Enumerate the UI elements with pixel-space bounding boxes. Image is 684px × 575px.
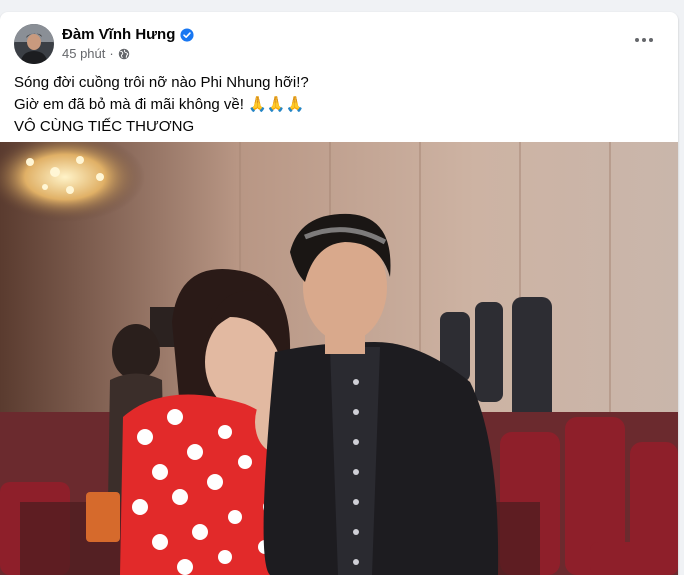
more-options-icon[interactable] [630, 30, 658, 50]
post-text-line: VÔ CÙNG TIẾC THƯƠNG [14, 118, 195, 135]
post-timestamp[interactable]: 45 phút [62, 46, 105, 61]
post-card: Đàm Vĩnh Hưng 45 phút · Sóng đời cuồng t… [0, 12, 678, 575]
post-header: Đàm Vĩnh Hưng 45 phút · [0, 12, 678, 68]
author-avatar[interactable] [14, 24, 54, 64]
globe-icon[interactable] [118, 48, 130, 60]
post-text-line: Giờ em đã bỏ mà đi mãi không về! 🙏🙏🙏 [14, 96, 305, 113]
meta-separator: · [109, 46, 114, 61]
post-text: Sóng đời cuồng trôi nỡ nào Phi Nhung hỡi… [14, 72, 654, 138]
post-photo[interactable] [0, 142, 678, 575]
author-name[interactable]: Đàm Vĩnh Hưng [62, 26, 175, 43]
verified-badge-icon [180, 27, 194, 42]
post-meta: 45 phút · [62, 46, 130, 61]
author-name-row: Đàm Vĩnh Hưng [62, 26, 194, 43]
post-text-line: Sóng đời cuồng trôi nỡ nào Phi Nhung hỡi… [14, 74, 309, 91]
